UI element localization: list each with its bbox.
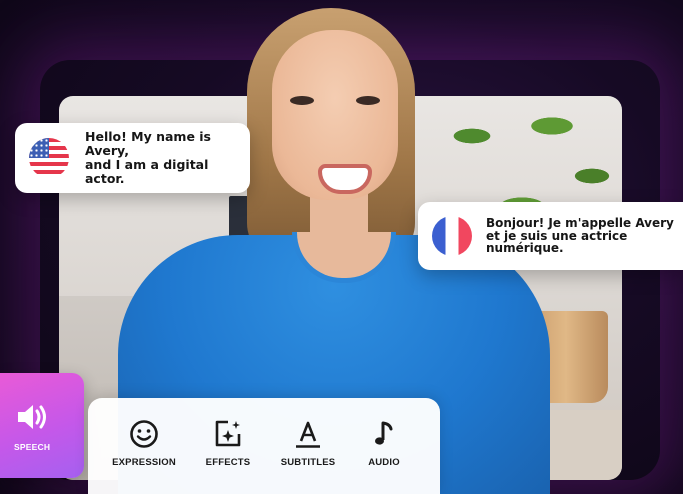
desk xyxy=(502,410,622,480)
smiley-face-icon xyxy=(130,420,158,448)
speech-button[interactable]: SPEECH xyxy=(0,373,84,478)
audio-button[interactable]: AUDIO xyxy=(342,398,426,494)
subtitles-button[interactable]: SUBTITLES xyxy=(266,398,350,494)
french-greeting-text: Bonjour! Je m'appelle Avery et je suis u… xyxy=(486,216,674,256)
effects-label: EFFECTS xyxy=(205,457,251,468)
speech-bubble-french: Bonjour! Je m'appelle Avery et je suis u… xyxy=(418,202,683,270)
english-greeting-text: Hello! My name is Avery, and I am a digi… xyxy=(85,129,212,186)
us-flag-icon xyxy=(29,138,69,178)
speech-bubble-english: Hello! My name is Avery, and I am a digi… xyxy=(15,123,250,193)
background-window xyxy=(229,196,279,336)
france-flag-icon xyxy=(432,216,472,256)
plant-pot xyxy=(524,311,608,403)
audio-label: AUDIO xyxy=(368,457,400,468)
text-underline-icon xyxy=(296,421,320,448)
speech-label: SPEECH xyxy=(14,442,51,452)
music-note-icon xyxy=(375,421,393,445)
speaker-icon xyxy=(18,405,46,429)
sparkle-effects-icon xyxy=(215,420,241,447)
editor-toolbar: EXPRESSION EFFECTS SUBTITLES AUDIO xyxy=(88,398,440,494)
expression-button[interactable]: EXPRESSION xyxy=(102,398,186,494)
effects-button[interactable]: EFFECTS xyxy=(186,398,270,494)
expression-label: EXPRESSION xyxy=(112,457,176,468)
subtitles-label: SUBTITLES xyxy=(280,457,336,468)
